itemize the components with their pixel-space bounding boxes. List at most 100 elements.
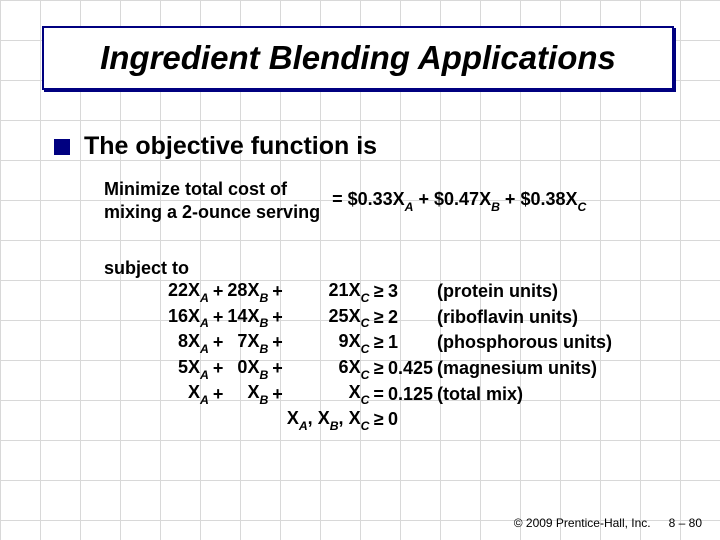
- var-x: X: [349, 331, 361, 351]
- table-row: 5XA + 0XB + 6XC ≥ 0.425 (magnesium units…: [166, 356, 614, 382]
- sub: C: [361, 419, 370, 433]
- plus: +: [211, 381, 226, 407]
- slide-footer: © 2009 Prentice-Hall, Inc. 8 – 80: [514, 516, 702, 530]
- coef-a: $0.33: [348, 189, 393, 209]
- sep: ,: [308, 408, 318, 428]
- rhs: 0.125: [386, 381, 435, 407]
- sub: B: [259, 368, 268, 382]
- sub: C: [361, 368, 370, 382]
- sub: C: [361, 291, 370, 305]
- sub: A: [200, 316, 209, 330]
- var-x: X: [188, 382, 200, 402]
- var-x: X: [188, 331, 200, 351]
- objective-line1: Minimize total cost of: [104, 178, 320, 201]
- objective-function: Minimize total cost of mixing a 2-ounce …: [104, 178, 586, 223]
- desc: (magnesium units): [435, 356, 614, 382]
- desc: (protein units): [435, 279, 614, 305]
- sub-c: C: [578, 200, 587, 214]
- title-container: Ingredient Blending Applications: [44, 28, 676, 92]
- sub: C: [361, 342, 370, 356]
- coef: 14: [227, 306, 247, 326]
- sub: C: [361, 393, 370, 407]
- plus: +: [270, 381, 285, 407]
- var-x: X: [349, 280, 361, 300]
- plus: +: [270, 279, 285, 305]
- constraints-table: 22XA + 28XB + 21XC ≥ 3 (protein units) 1…: [166, 279, 614, 433]
- sub: B: [259, 316, 268, 330]
- var-x: X: [188, 357, 200, 377]
- var-x: X: [247, 357, 259, 377]
- var-x: X: [247, 331, 259, 351]
- coef-b: $0.47: [434, 189, 479, 209]
- plus-2: +: [500, 189, 521, 209]
- table-row: 8XA + 7XB + 9XC ≥ 1 (phosphorous units): [166, 330, 614, 356]
- table-row: 16XA + 14XB + 25XC ≥ 2 (riboflavin units…: [166, 305, 614, 331]
- coef: 9: [339, 331, 349, 351]
- op: ≥: [371, 305, 386, 331]
- plus: +: [270, 330, 285, 356]
- bullet-row: The objective function is: [54, 132, 377, 161]
- sub: A: [200, 368, 209, 382]
- var-xc: X: [565, 189, 577, 209]
- op: =: [371, 381, 386, 407]
- coef: 0: [237, 357, 247, 377]
- plus: +: [211, 356, 226, 382]
- var-xb: X: [479, 189, 491, 209]
- plus: +: [211, 279, 226, 305]
- square-bullet-icon: [54, 139, 70, 155]
- plus: +: [211, 305, 226, 331]
- coef: 8: [178, 331, 188, 351]
- coef: 25: [329, 306, 349, 326]
- table-row: XA, XB, XC ≥ 0: [166, 407, 614, 433]
- desc: (total mix): [435, 381, 614, 407]
- var-x: X: [318, 408, 330, 428]
- op: ≥: [371, 356, 386, 382]
- coef: 5: [178, 357, 188, 377]
- op: ≥: [371, 330, 386, 356]
- sub: B: [330, 419, 339, 433]
- table-row: 22XA + 28XB + 21XC ≥ 3 (protein units): [166, 279, 614, 305]
- table-row: XA + XB + XC = 0.125 (total mix): [166, 381, 614, 407]
- plus: +: [211, 330, 226, 356]
- objective-left: Minimize total cost of mixing a 2-ounce …: [104, 178, 320, 223]
- constraints-block: subject to 22XA + 28XB + 21XC ≥ 3 (prote…: [104, 258, 614, 433]
- slide-title: Ingredient Blending Applications: [42, 26, 674, 90]
- var-x: X: [247, 306, 259, 326]
- desc: (phosphorous units): [435, 330, 614, 356]
- rhs: 2: [386, 305, 435, 331]
- rhs: 0.425: [386, 356, 435, 382]
- var-x: X: [349, 306, 361, 326]
- objective-expression: = $0.33XA + $0.47XB + $0.38XC: [332, 189, 586, 213]
- sub: C: [361, 316, 370, 330]
- sub-b: B: [491, 200, 500, 214]
- sub: A: [200, 291, 209, 305]
- subject-to-label: subject to: [104, 258, 614, 279]
- plus: +: [270, 356, 285, 382]
- coef: 6: [339, 357, 349, 377]
- var-x: X: [287, 408, 299, 428]
- coef: 21: [329, 280, 349, 300]
- var-xa: X: [393, 189, 405, 209]
- rhs: 1: [386, 330, 435, 356]
- sub: A: [299, 419, 308, 433]
- sub: B: [259, 342, 268, 356]
- equals-sign: =: [332, 189, 343, 209]
- op: ≥: [371, 407, 386, 433]
- var-x: X: [349, 357, 361, 377]
- rhs: 3: [386, 279, 435, 305]
- op: ≥: [371, 279, 386, 305]
- objective-line2: mixing a 2-ounce serving: [104, 201, 320, 224]
- coef: 7: [237, 331, 247, 351]
- var-x: X: [188, 280, 200, 300]
- nonneg-vars: XA, XB, XC: [285, 407, 372, 433]
- page-number: 8 – 80: [669, 516, 702, 530]
- plus: +: [270, 305, 285, 331]
- plus-1: +: [414, 189, 435, 209]
- coef: 16: [168, 306, 188, 326]
- rhs: 0: [386, 407, 435, 433]
- sub: A: [200, 393, 209, 407]
- var-x: X: [349, 382, 361, 402]
- sep: ,: [339, 408, 349, 428]
- bullet-text: The objective function is: [84, 132, 377, 161]
- var-x: X: [247, 382, 259, 402]
